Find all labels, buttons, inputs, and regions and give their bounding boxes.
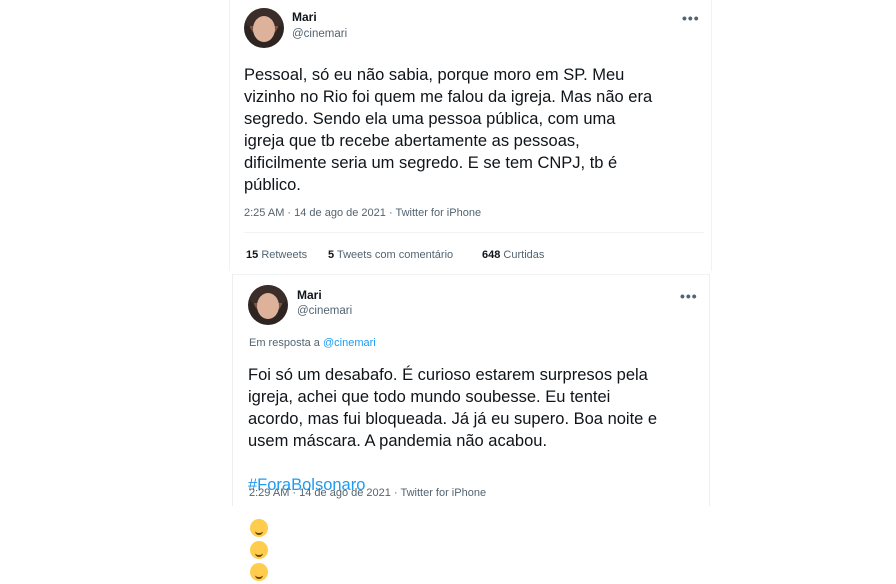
reply-context: Em resposta a @cinemari: [249, 337, 376, 349]
face-blowing-kiss-icon: [250, 541, 268, 559]
avatar[interactable]: [244, 8, 284, 48]
display-name[interactable]: Mari: [292, 10, 317, 24]
smiling-face-with-hearts-icon: [250, 519, 268, 537]
tweet-timestamp[interactable]: 2:29 AM · 14 de ago de 2021 · Twitter fo…: [249, 487, 486, 499]
user-handle[interactable]: @cinemari: [297, 305, 352, 317]
quote-tweets-stat[interactable]: 5 Tweets com comentário: [328, 249, 453, 261]
hashtag-line: #ForaBolsonaro: [248, 452, 365, 584]
divider: [244, 232, 704, 233]
display-name[interactable]: Mari: [297, 288, 322, 302]
tweet-text: Pessoal, só eu não sabia, porque moro em…: [244, 66, 653, 194]
likes-stat[interactable]: 648 Curtidas: [482, 249, 544, 261]
winking-face-icon: [250, 563, 268, 581]
avatar[interactable]: [248, 285, 288, 325]
reply-to-link[interactable]: @cinemari: [323, 337, 376, 349]
user-handle[interactable]: @cinemari: [292, 28, 347, 40]
tweet-card-1: Mari @cinemari ••• Pessoal, só eu não sa…: [229, 0, 712, 271]
tweet-timestamp[interactable]: 2:25 AM · 14 de ago de 2021 · Twitter fo…: [244, 207, 481, 219]
tweet-card-2: Mari @cinemari ••• Em resposta a @cinema…: [232, 274, 710, 581]
tweet-text: Foi só um desabafo. É curioso estarem su…: [248, 366, 658, 450]
more-options-icon[interactable]: •••: [682, 10, 700, 26]
retweets-stat[interactable]: 15 Retweets: [246, 249, 307, 261]
more-options-icon[interactable]: •••: [680, 288, 698, 304]
